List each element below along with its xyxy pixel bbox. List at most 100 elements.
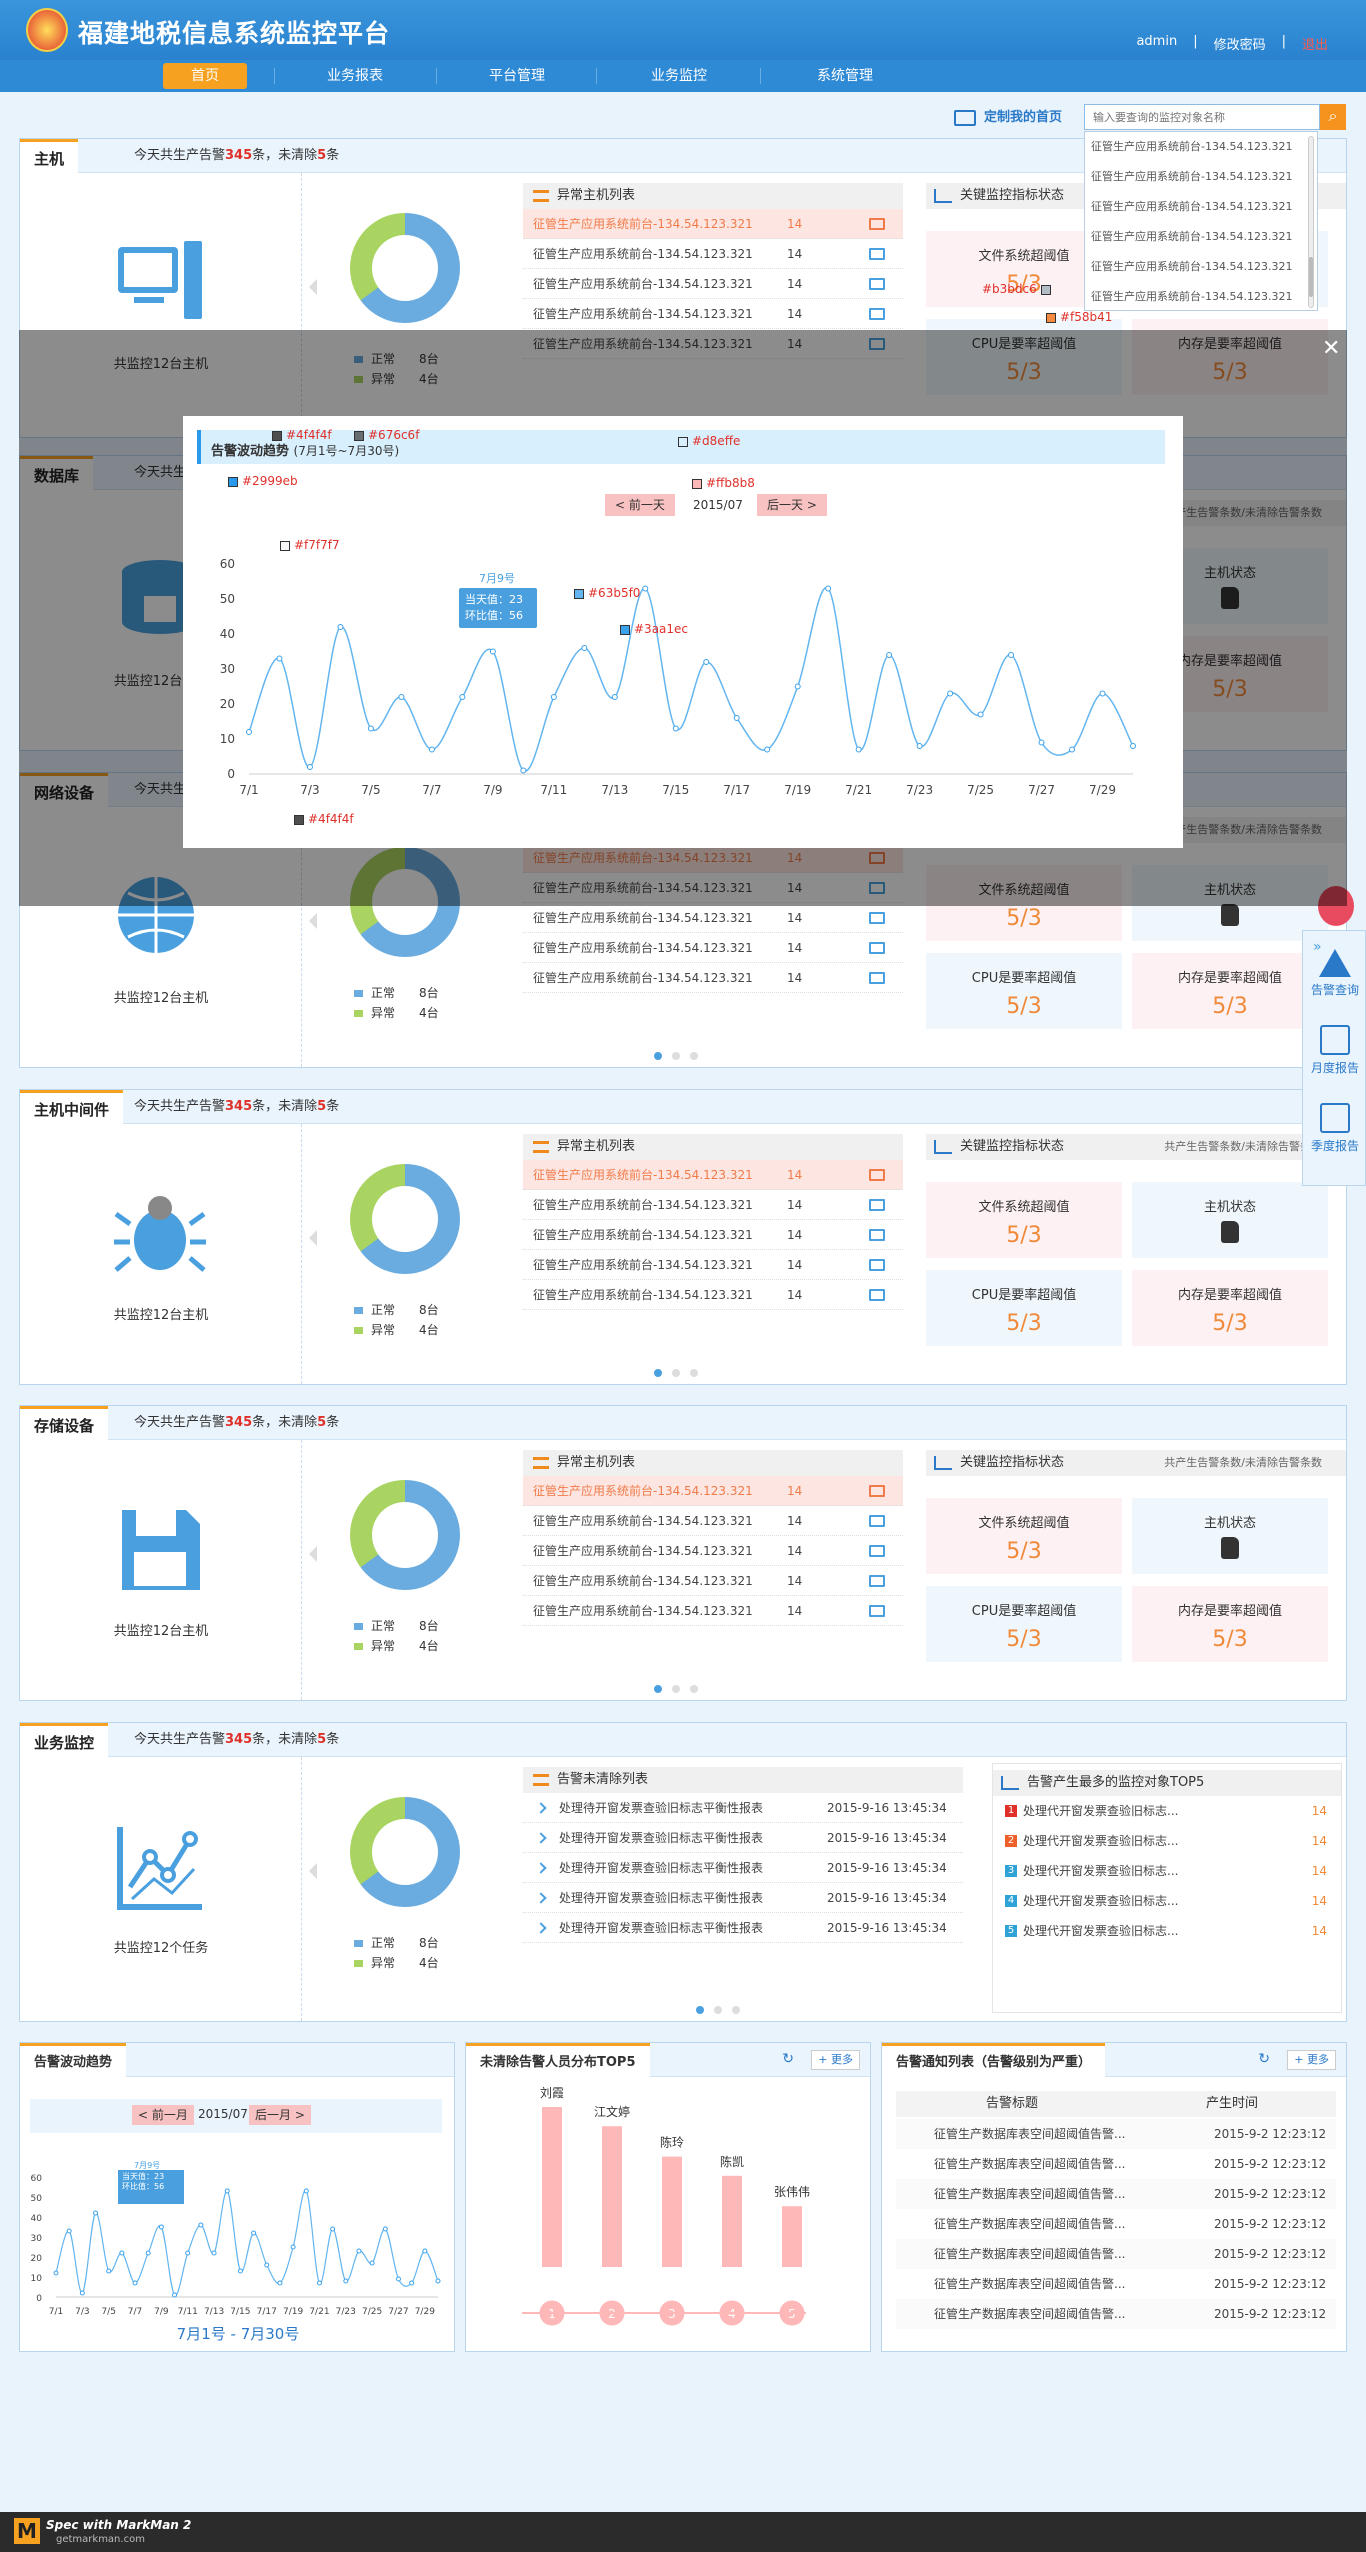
top5-row[interactable]: 5 处理代开窗发票查验旧标志... 14 — [993, 1916, 1341, 1946]
pager-dots[interactable] — [654, 1682, 714, 1693]
table-row[interactable]: 征管生产应用系统前台-134.54.123.32114 — [523, 209, 903, 239]
collapse-arrow-icon[interactable] — [309, 1546, 317, 1562]
monitor-icon[interactable] — [869, 1289, 885, 1301]
monitor-icon[interactable] — [869, 972, 885, 984]
kpi-host-status[interactable]: 主机状态 — [1132, 1182, 1328, 1258]
task-row[interactable]: 处理待开窗发票查验旧标志平衡性报表 2015-9-16 13:45:34 — [523, 1913, 963, 1943]
monitor-icon[interactable] — [869, 1515, 885, 1527]
task-row[interactable]: 处理待开窗发票查验旧标志平衡性报表 2015-9-16 13:45:34 — [523, 1823, 963, 1853]
monitor-icon[interactable] — [869, 912, 885, 924]
refresh-icon[interactable]: ↻ — [1258, 2051, 1270, 2067]
table-row[interactable]: 征管生产应用系统前台-134.54.123.32114 — [523, 1476, 903, 1506]
notice-row[interactable]: 征管生产数据库表空间超阈值告警... 2015-9-2 12:23:12 — [896, 2179, 1336, 2209]
table-row[interactable]: 征管生产应用系统前台-134.54.123.32114 — [523, 1566, 903, 1596]
table-row[interactable]: 征管生产应用系统前台-134.54.123.32114 — [523, 1536, 903, 1566]
nav-home[interactable]: 首页 — [163, 63, 247, 89]
table-row[interactable]: 征管生产应用系统前台-134.54.123.32114 — [523, 1506, 903, 1536]
kpi-filesystem[interactable]: 文件系统超阈值5/3 — [926, 1182, 1122, 1258]
collapse-arrow-icon[interactable] — [309, 1863, 317, 1879]
notice-row[interactable]: 征管生产数据库表空间超阈值告警... 2015-9-2 12:23:12 — [896, 2209, 1336, 2239]
table-row[interactable]: 征管生产应用系统前台-134.54.123.32114 — [523, 239, 903, 269]
kpi-memory[interactable]: 内存是要率超阈值 5/3 — [1132, 953, 1328, 1029]
nav-system-management[interactable]: 系统管理 — [780, 63, 910, 89]
table-row[interactable]: 征管生产应用系统前台-134.54.123.32114 — [523, 1190, 903, 1220]
suggestion-item[interactable]: 征管生产应用系统前台-134.54.123.321 — [1085, 222, 1317, 252]
collapse-arrow-icon[interactable] — [309, 279, 317, 295]
monitor-icon[interactable] — [869, 248, 885, 260]
more-button[interactable]: + 更多 — [811, 2050, 860, 2070]
logout-link[interactable]: 退出 — [1302, 34, 1328, 53]
prev-day-button[interactable]: < 前一天 — [605, 494, 675, 516]
close-icon[interactable]: ✕ — [1322, 336, 1340, 361]
table-row[interactable]: 征管生产应用系统前台-134.54.123.32114 — [523, 1596, 903, 1626]
monitor-icon[interactable] — [869, 1575, 885, 1587]
task-row[interactable]: 处理待开窗发票查验旧标志平衡性报表 2015-9-16 13:45:34 — [523, 1793, 963, 1823]
kpi-memory[interactable]: 内存是要率超阈值 5/3 — [1132, 1270, 1328, 1346]
table-row[interactable]: 征管生产应用系统前台-134.54.123.32114 — [523, 1160, 903, 1190]
suggestion-item[interactable]: 征管生产应用系统前台-134.54.123.321 — [1085, 192, 1317, 222]
quarterly-report-button[interactable]: 季度报告 — [1303, 1103, 1366, 1154]
top5-row[interactable]: 3 处理代开窗发票查验旧标志... 14 — [993, 1856, 1341, 1886]
next-day-button[interactable]: 后一天 > — [757, 494, 827, 516]
monitor-icon[interactable] — [869, 278, 885, 290]
kpi-filesystem[interactable]: 文件系统超阈值5/3 — [926, 1498, 1122, 1574]
monitor-icon[interactable] — [869, 1605, 885, 1617]
suggestions-scrollbar[interactable] — [1308, 136, 1314, 308]
kpi-memory[interactable]: 内存是要率超阈值 5/3 — [1132, 1586, 1328, 1662]
notice-row[interactable]: 征管生产数据库表空间超阈值告警... 2015-9-2 12:23:12 — [896, 2299, 1336, 2329]
task-row[interactable]: 处理待开窗发票查验旧标志平衡性报表 2015-9-16 13:45:34 — [523, 1853, 963, 1883]
table-row[interactable]: 征管生产应用系统前台-134.54.123.32114 — [523, 1280, 903, 1310]
notice-row[interactable]: 征管生产数据库表空间超阈值告警... 2015-9-2 12:23:12 — [896, 2149, 1336, 2179]
collapse-arrow-icon[interactable] — [309, 1230, 317, 1246]
suggestion-item[interactable]: 征管生产应用系统前台-134.54.123.321 — [1085, 162, 1317, 192]
kpi-cpu[interactable]: CPU是要率超阈值5/3 — [926, 953, 1122, 1029]
top5-row[interactable]: 1 处理代开窗发票查验旧标志... 14 — [993, 1796, 1341, 1826]
alarm-query-button[interactable]: 告警查询 — [1303, 949, 1366, 998]
notice-row[interactable]: 征管生产数据库表空间超阈值告警... 2015-9-2 12:23:12 — [896, 2269, 1336, 2299]
nav-business-report[interactable]: 业务报表 — [290, 63, 420, 89]
username-link[interactable]: admin — [1136, 34, 1177, 53]
table-row[interactable]: 征管生产应用系统前台-134.54.123.32114 — [523, 963, 903, 993]
nav-business-monitor[interactable]: 业务监控 — [614, 63, 744, 89]
table-row[interactable]: 征管生产应用系统前台-134.54.123.32114 — [523, 933, 903, 963]
monitor-icon[interactable] — [869, 218, 885, 230]
top5-row[interactable]: 2 处理代开窗发票查验旧标志... 14 — [993, 1826, 1341, 1856]
monitor-icon[interactable] — [869, 1485, 885, 1497]
nav-platform-management[interactable]: 平台管理 — [452, 63, 582, 89]
monitor-icon[interactable] — [869, 1169, 885, 1181]
more-button[interactable]: + 更多 — [1287, 2050, 1336, 2070]
task-row[interactable]: 处理待开窗发票查验旧标志平衡性报表 2015-9-16 13:45:34 — [523, 1883, 963, 1913]
prev-month-button[interactable]: < 前一月 — [132, 2105, 194, 2125]
monitor-icon[interactable] — [869, 1259, 885, 1271]
monitor-icon[interactable] — [869, 1199, 885, 1211]
search-button[interactable]: ⌕ — [1320, 104, 1346, 130]
next-month-button[interactable]: 后一月 > — [249, 2105, 311, 2125]
table-row[interactable]: 征管生产应用系统前台-134.54.123.32114 — [523, 903, 903, 933]
top5-row[interactable]: 4 处理代开窗发票查验旧标志... 14 — [993, 1886, 1341, 1916]
notice-row[interactable]: 征管生产数据库表空间超阈值告警... 2015-9-2 12:23:12 — [896, 2239, 1336, 2269]
suggestion-item[interactable]: 征管生产应用系统前台-134.54.123.321 — [1085, 132, 1317, 162]
table-row[interactable]: 征管生产应用系统前台-134.54.123.32114 — [523, 1250, 903, 1280]
pager-dots[interactable] — [654, 1366, 714, 1377]
monitor-icon[interactable] — [869, 308, 885, 320]
pager-dots[interactable] — [696, 2003, 756, 2014]
monitor-icon[interactable] — [869, 1229, 885, 1241]
monitor-icon[interactable] — [869, 942, 885, 954]
monitor-icon[interactable] — [869, 1545, 885, 1557]
monthly-report-button[interactable]: 月度报告 — [1303, 1025, 1366, 1076]
collapse-arrow-icon[interactable] — [309, 913, 317, 929]
table-row[interactable]: 征管生产应用系统前台-134.54.123.32114 — [523, 269, 903, 299]
search-input[interactable] — [1084, 104, 1320, 130]
table-row[interactable]: 征管生产应用系统前台-134.54.123.32114 — [523, 1220, 903, 1250]
custom-home-link[interactable]: 定制我的首页 — [954, 106, 1062, 126]
suggestion-item[interactable]: 征管生产应用系统前台-134.54.123.321 — [1085, 252, 1317, 282]
table-row[interactable]: 征管生产应用系统前台-134.54.123.32114 — [523, 299, 903, 329]
kpi-host-status[interactable]: 主机状态 — [1132, 1498, 1328, 1574]
notice-row[interactable]: 征管生产数据库表空间超阈值告警... 2015-9-2 12:23:12 — [896, 2119, 1336, 2149]
kpi-cpu[interactable]: CPU是要率超阈值5/3 — [926, 1586, 1122, 1662]
change-password-link[interactable]: 修改密码 — [1214, 34, 1266, 53]
suggestion-item[interactable]: 征管生产应用系统前台-134.54.123.321 — [1085, 282, 1317, 312]
pager-dots[interactable] — [654, 1049, 714, 1060]
kpi-cpu[interactable]: CPU是要率超阈值5/3 — [926, 1270, 1122, 1346]
refresh-icon[interactable]: ↻ — [782, 2051, 794, 2067]
